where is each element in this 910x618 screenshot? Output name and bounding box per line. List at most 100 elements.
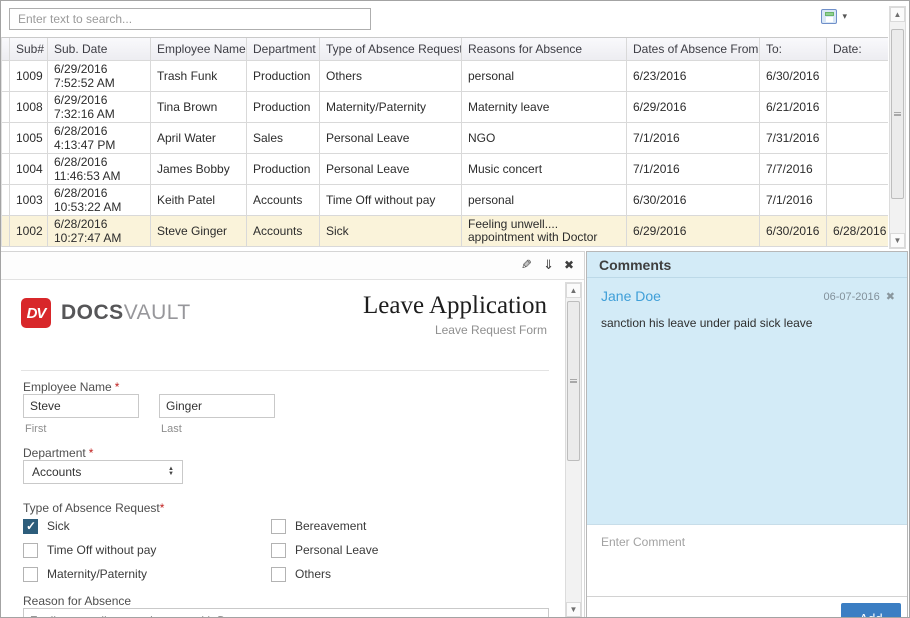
cell-employee: April Water [151, 123, 247, 153]
close-icon[interactable]: ✖ [564, 258, 574, 272]
cell-department: Accounts [247, 216, 320, 246]
cell-sub: 1009 [10, 61, 48, 91]
comment-date: 06-07-2016 [824, 291, 880, 303]
comments-list: Jane Doe 06-07-2016 ✖ sanction his leave… [587, 278, 907, 524]
cell-sub-date: 6/28/201610:53:22 AM [48, 185, 151, 215]
checkbox-time-off[interactable]: Time Off without pay [23, 538, 271, 562]
col-to[interactable]: To: [760, 38, 827, 60]
form-scrollbar-thumb[interactable] [567, 301, 580, 461]
checkbox-icon[interactable] [271, 543, 286, 558]
form-scrollbar[interactable]: ▲ ▼ [565, 282, 582, 618]
cell-department: Production [247, 61, 320, 91]
save-button[interactable]: ▾ [821, 9, 847, 24]
stepper-icon[interactable]: ▲▼ [168, 467, 174, 477]
cell-department: Sales [247, 123, 320, 153]
form-title-block: Leave Application Leave Request Form [363, 292, 547, 337]
search-input[interactable] [9, 8, 371, 30]
absence-type-options: Sick Bereavement Time Off without pay Pe… [23, 514, 483, 586]
col-reasons[interactable]: Reasons for Absence [462, 38, 627, 60]
comments-header: Comments [587, 252, 907, 278]
cell-reason: personal [462, 61, 627, 91]
edit-icon[interactable]: ✎ [521, 258, 532, 272]
checkbox-icon[interactable] [23, 567, 38, 582]
chevron-down-icon[interactable]: ▾ [842, 11, 847, 22]
department-select[interactable]: Accounts ▲▼ [23, 460, 183, 484]
preview-toolbar: ✎ ⇓ ✖ [1, 252, 584, 280]
checkbox-bereavement[interactable]: Bereavement [271, 514, 481, 538]
checkbox-label: Time Off without pay [47, 543, 156, 557]
comment-author-link[interactable]: Jane Doe [601, 288, 661, 304]
reason-field[interactable]: Feeling unwell.... appointment with Doct… [23, 608, 549, 618]
row-indicator [2, 92, 10, 122]
grid-toolbar: ▾ [1, 1, 887, 37]
brand-bold: DOCS [61, 301, 124, 324]
cell-to: 7/7/2016 [760, 154, 827, 184]
cell-reason: Maternity leave [462, 92, 627, 122]
form-title: Leave Application [363, 292, 547, 320]
table-row[interactable]: 1002 6/28/201610:27:47 AM Steve Ginger A… [2, 216, 888, 247]
cell-date [827, 92, 888, 122]
last-name-sublabel: Last [161, 423, 182, 435]
cell-date-line: 6/29/2016 [54, 93, 144, 107]
scroll-down-icon[interactable]: ▼ [566, 602, 581, 617]
col-employee[interactable]: Employee Name [151, 38, 247, 60]
absence-requests-table: Sub# Sub. Date Employee Name Department … [1, 37, 888, 247]
comment-input[interactable] [587, 524, 907, 596]
department-label: Department* [23, 446, 93, 460]
col-sub[interactable]: Sub# [10, 38, 48, 60]
table-row[interactable]: 1009 6/29/20167:52:52 AM Trash Funk Prod… [2, 61, 888, 92]
table-row[interactable]: 1004 6/28/201611:46:53 AM James Bobby Pr… [2, 154, 888, 185]
table-scrollbar[interactable]: ▲ ▼ [889, 6, 906, 249]
comments-footer: Add [587, 596, 907, 618]
scroll-up-icon[interactable]: ▲ [566, 283, 581, 298]
checkbox-label: Sick [47, 519, 70, 533]
row-indicator-header [2, 38, 10, 60]
row-indicator [2, 123, 10, 153]
col-type[interactable]: Type of Absence Request [320, 38, 462, 60]
cell-department: Production [247, 92, 320, 122]
cell-employee: James Bobby [151, 154, 247, 184]
cell-date-line: 6/28/2016 [54, 124, 144, 138]
col-from[interactable]: Dates of Absence From: [627, 38, 760, 60]
cell-date: 6/28/2016 [827, 216, 888, 246]
delete-comment-icon[interactable]: ✖ [886, 290, 895, 303]
comment-meta: 06-07-2016 ✖ [824, 290, 896, 303]
checkbox-icon[interactable] [271, 519, 286, 534]
checkbox-sick[interactable]: Sick [23, 514, 271, 538]
docsvault-window: ▾ Sub# Sub. Date Employee Name Departmen… [0, 0, 910, 618]
cell-to: 6/21/2016 [760, 92, 827, 122]
divider [21, 370, 549, 371]
checkbox-others[interactable]: Others [271, 562, 481, 586]
table-row[interactable]: 1003 6/28/201610:53:22 AM Keith Patel Ac… [2, 185, 888, 216]
col-department[interactable]: Department [247, 38, 320, 60]
cell-date [827, 123, 888, 153]
checkbox-label: Personal Leave [295, 543, 378, 557]
cell-from: 6/29/2016 [627, 216, 760, 246]
scroll-up-icon[interactable]: ▲ [890, 7, 905, 22]
add-comment-button[interactable]: Add [841, 603, 901, 618]
checkbox-icon[interactable] [271, 567, 286, 582]
cell-date-line: 6/29/2016 [54, 62, 144, 76]
required-asterisk: * [115, 380, 120, 394]
table-row[interactable]: 1008 6/29/20167:32:16 AM Tina Brown Prod… [2, 92, 888, 123]
last-name-field[interactable] [159, 394, 275, 418]
col-date[interactable]: Date: [827, 38, 888, 60]
cell-to: 6/30/2016 [760, 61, 827, 91]
scroll-down-icon[interactable]: ▼ [890, 233, 905, 248]
table-scrollbar-thumb[interactable] [891, 29, 904, 199]
download-icon[interactable]: ⇓ [543, 258, 554, 272]
checkbox-icon[interactable] [23, 543, 38, 558]
checkbox-personal-leave[interactable]: Personal Leave [271, 538, 481, 562]
cell-employee: Steve Ginger [151, 216, 247, 246]
checkbox-maternity[interactable]: Maternity/Paternity [23, 562, 271, 586]
cell-reason: personal [462, 185, 627, 215]
col-sub-date[interactable]: Sub. Date [48, 38, 151, 60]
cell-time-line: 4:13:47 PM [54, 138, 144, 152]
table-row[interactable]: 1005 6/28/20164:13:47 PM April Water Sal… [2, 123, 888, 154]
first-name-field[interactable] [23, 394, 139, 418]
cell-time-line: 7:32:16 AM [54, 107, 144, 121]
cell-sub-date: 6/29/20167:32:16 AM [48, 92, 151, 122]
reason-label: Reason for Absence [23, 594, 131, 608]
department-value: Accounts [32, 465, 81, 479]
checkbox-icon[interactable] [23, 519, 38, 534]
